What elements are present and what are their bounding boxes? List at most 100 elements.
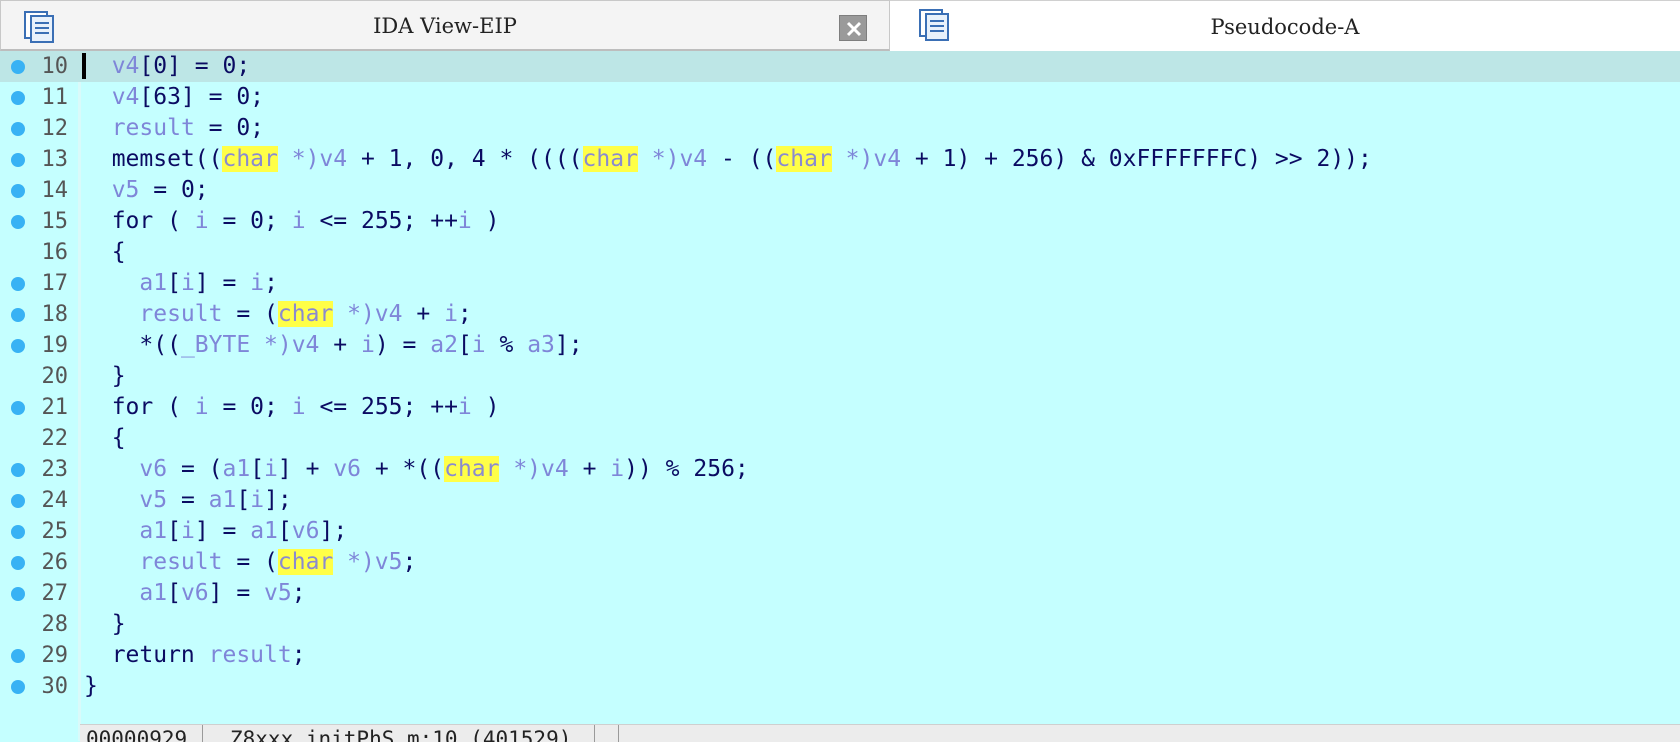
identifier-token[interactable]: i xyxy=(458,394,472,420)
code-token[interactable]: ] + xyxy=(278,456,333,482)
code-token[interactable] xyxy=(84,177,112,203)
code-line[interactable]: 19 *((_BYTE *)v4 + i) = a2[i % a3]; xyxy=(0,330,1680,361)
code-token[interactable]: ]; xyxy=(319,518,347,544)
tab-ida-view[interactable]: IDA View-EIP xyxy=(0,0,890,51)
code-token[interactable]: ) = xyxy=(375,332,430,358)
code-token[interactable] xyxy=(84,84,112,110)
code-text[interactable]: v4[0] = 0; xyxy=(84,53,250,80)
breakpoint-dot-icon[interactable] xyxy=(11,401,25,415)
code-line[interactable]: 12 result = 0; xyxy=(0,113,1680,144)
identifier-token[interactable]: v6 xyxy=(292,518,320,544)
breakpoint-dot-icon[interactable] xyxy=(11,587,25,601)
code-token[interactable] xyxy=(84,270,139,296)
identifier-token[interactable]: i xyxy=(250,270,264,296)
identifier-token[interactable]: i xyxy=(250,487,264,513)
code-text[interactable]: return result; xyxy=(84,642,306,669)
code-line[interactable]: 22 { xyxy=(0,423,1680,454)
identifier-token[interactable]: *)v5 xyxy=(333,549,402,575)
code-token[interactable]: = 0; xyxy=(139,177,208,203)
breakpoint-dot-icon[interactable] xyxy=(11,184,25,198)
identifier-token[interactable]: result xyxy=(112,115,195,141)
code-token[interactable] xyxy=(84,549,139,575)
code-token[interactable]: [ xyxy=(167,518,181,544)
code-line[interactable]: 16 { xyxy=(0,237,1680,268)
code-token[interactable]: } xyxy=(84,611,126,637)
identifier-token[interactable]: i xyxy=(361,332,375,358)
highlighted-token[interactable]: char xyxy=(582,146,638,172)
identifier-token[interactable]: _BYTE *)v4 xyxy=(181,332,319,358)
breakpoint-dot-icon[interactable] xyxy=(11,494,25,508)
identifier-token[interactable]: result xyxy=(139,549,222,575)
code-text[interactable]: for ( i = 0; i <= 255; ++i ) xyxy=(84,208,500,235)
breakpoint-dot-icon[interactable] xyxy=(11,339,25,353)
code-line[interactable]: 24 v5 = a1[i]; xyxy=(0,485,1680,516)
code-token[interactable]: ] = xyxy=(195,518,250,544)
identifier-token[interactable]: a1 xyxy=(222,456,250,482)
code-text[interactable]: v5 = a1[i]; xyxy=(84,487,292,514)
identifier-token[interactable]: v4 xyxy=(112,84,140,110)
code-token[interactable]: ; xyxy=(458,301,472,327)
code-text[interactable]: result = (char *)v4 + i; xyxy=(84,301,472,328)
code-token[interactable]: <= 255; ++ xyxy=(306,394,457,420)
identifier-token[interactable]: *)v4 xyxy=(278,146,347,172)
code-text[interactable]: v5 = 0; xyxy=(84,177,209,204)
identifier-token[interactable]: i xyxy=(610,456,624,482)
code-token[interactable]: ] = xyxy=(209,580,264,606)
breakpoint-dot-icon[interactable] xyxy=(11,556,25,570)
code-token[interactable]: - (( xyxy=(707,146,776,172)
code-line[interactable]: 14 v5 = 0; xyxy=(0,175,1680,206)
code-token[interactable]: return xyxy=(84,642,209,668)
highlighted-token[interactable]: char xyxy=(277,301,334,327)
code-text[interactable]: } xyxy=(84,363,126,390)
code-token[interactable] xyxy=(84,456,139,482)
code-line[interactable]: 20 } xyxy=(0,361,1680,392)
code-line[interactable]: 26 result = (char *)v5; xyxy=(0,547,1680,578)
code-text[interactable]: } xyxy=(84,673,98,700)
identifier-token[interactable]: v6 xyxy=(333,456,361,482)
code-token[interactable]: + *(( xyxy=(361,456,444,482)
code-line[interactable]: 30} xyxy=(0,671,1680,702)
code-token[interactable]: [ xyxy=(167,580,181,606)
code-token[interactable]: <= 255; ++ xyxy=(306,208,457,234)
identifier-token[interactable]: i xyxy=(181,270,195,296)
breakpoint-dot-icon[interactable] xyxy=(11,91,25,105)
code-token[interactable]: } xyxy=(84,673,98,699)
code-line[interactable]: 29 return result; xyxy=(0,640,1680,671)
identifier-token[interactable]: a1 xyxy=(139,270,167,296)
code-token[interactable]: [0] = 0; xyxy=(139,53,250,79)
code-token[interactable] xyxy=(84,580,139,606)
code-token[interactable]: } xyxy=(84,363,126,389)
identifier-token[interactable]: v5 xyxy=(264,580,292,606)
identifier-token[interactable]: result xyxy=(209,642,292,668)
identifier-token[interactable]: *)v4 xyxy=(832,146,901,172)
highlighted-token[interactable]: char xyxy=(444,456,500,482)
breakpoint-dot-icon[interactable] xyxy=(11,649,25,663)
identifier-token[interactable]: i xyxy=(292,208,306,234)
identifier-token[interactable]: *)v4 xyxy=(333,301,402,327)
code-line[interactable]: 28 } xyxy=(0,609,1680,640)
code-token[interactable]: ; xyxy=(292,580,306,606)
identifier-token[interactable]: v5 xyxy=(139,487,167,513)
identifier-token[interactable]: i xyxy=(264,456,278,482)
code-token[interactable]: ]; xyxy=(555,332,583,358)
code-token[interactable]: for ( xyxy=(84,394,195,420)
code-token[interactable]: [ xyxy=(458,332,472,358)
identifier-token[interactable]: a1 xyxy=(139,580,167,606)
code-token[interactable]: = ( xyxy=(222,301,278,327)
code-token[interactable]: { xyxy=(84,425,126,451)
pseudocode-view[interactable]: 10 v4[0] = 0; 11 v4[63] = 0; 12 result = 0… xyxy=(0,51,1680,702)
identifier-token[interactable]: a3 xyxy=(527,332,555,358)
code-token[interactable]: + 1) + 256) & 0xFFFFFFFC) >> 2)); xyxy=(901,146,1372,172)
highlighted-token[interactable]: char xyxy=(222,146,278,172)
code-text[interactable]: { xyxy=(84,239,126,266)
code-token[interactable]: memset(( xyxy=(84,146,223,172)
identifier-token[interactable]: v5 xyxy=(112,177,140,203)
code-token[interactable]: ) xyxy=(472,208,500,234)
code-line[interactable]: 13 memset((char *)v4 + 1, 0, 4 * ((((cha… xyxy=(0,144,1680,175)
code-token[interactable]: + 1, 0, 4 * (((( xyxy=(347,146,583,172)
breakpoint-dot-icon[interactable] xyxy=(11,60,25,74)
code-token[interactable] xyxy=(84,301,139,327)
code-text[interactable]: } xyxy=(84,611,126,638)
code-text[interactable]: { xyxy=(84,425,126,452)
code-token[interactable]: ]; xyxy=(264,487,292,513)
